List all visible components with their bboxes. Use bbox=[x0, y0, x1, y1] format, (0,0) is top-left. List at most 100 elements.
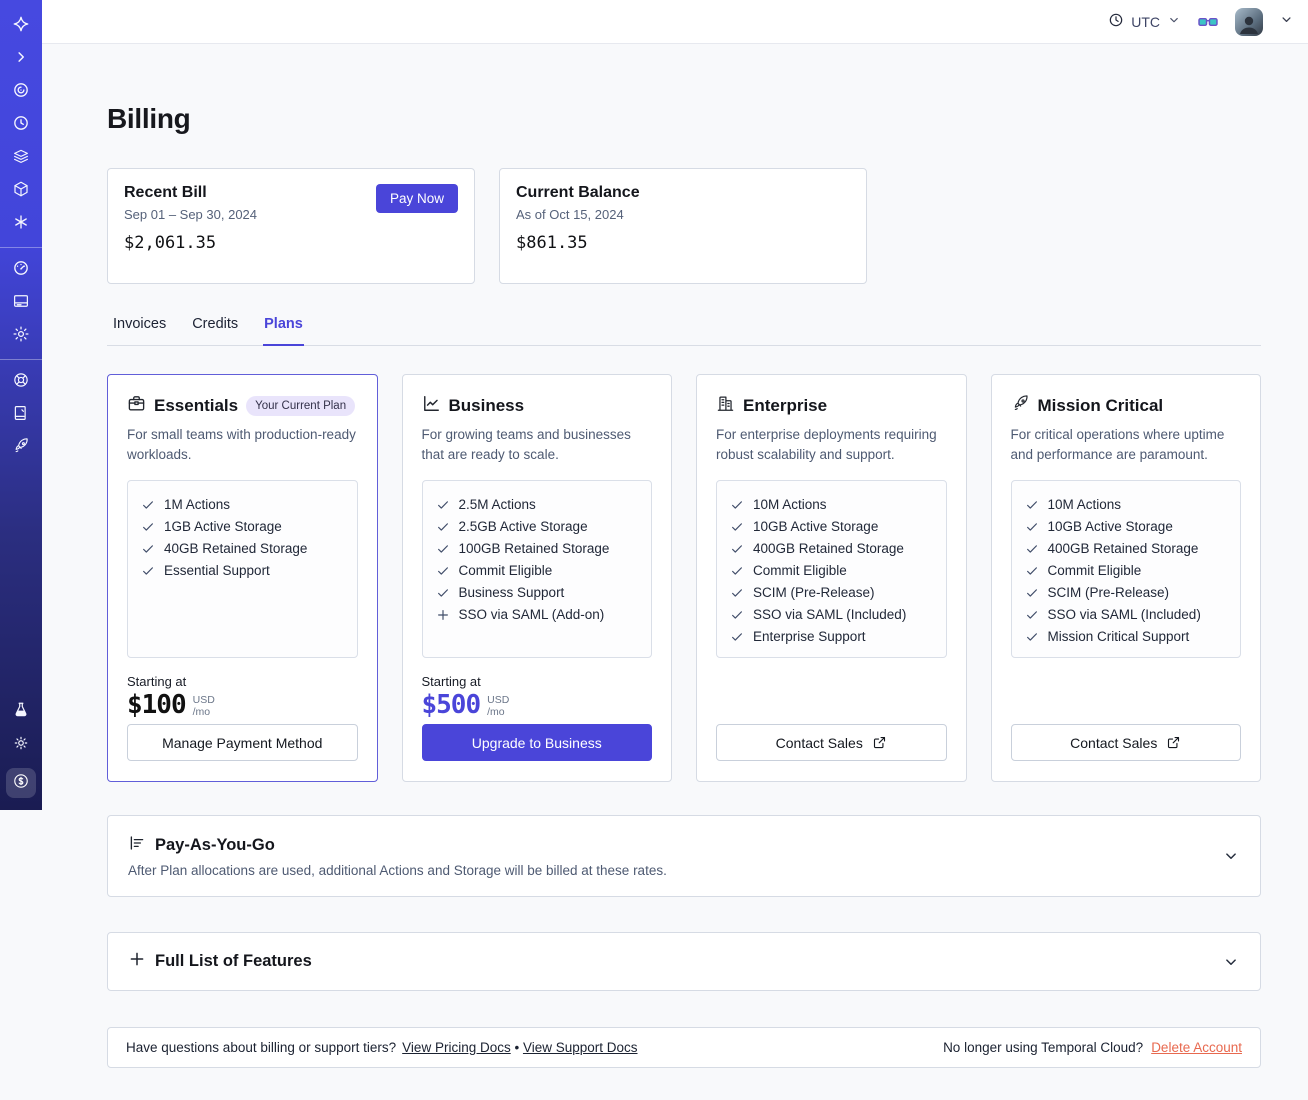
plus-icon bbox=[128, 950, 146, 973]
manage-payment-method-button[interactable]: Manage Payment Method bbox=[127, 724, 358, 761]
plan-feature-label: Commit Eligible bbox=[458, 562, 553, 578]
gauge-icon bbox=[12, 259, 30, 282]
plan-description: For critical operations where uptime and… bbox=[1010, 427, 1225, 463]
plan-feature-item: 1GB Active Storage bbox=[141, 516, 344, 538]
plan-feature-item: 100GB Retained Storage bbox=[436, 538, 639, 560]
plan-feature-label: Commit Eligible bbox=[1047, 562, 1142, 578]
plan-feature-label: 100GB Retained Storage bbox=[458, 540, 610, 556]
plan-feature-box: 1M Actions 1GB Active Storage 40GB Retaine… bbox=[127, 479, 358, 658]
sidebar-item-nexus[interactable] bbox=[0, 208, 42, 241]
clock-icon bbox=[1108, 12, 1124, 31]
plan-name: Business bbox=[448, 396, 525, 415]
goggles-icon[interactable] bbox=[1197, 11, 1219, 33]
chevron-right-icon bbox=[12, 48, 30, 71]
features-expand-chevron-icon[interactable] bbox=[1222, 953, 1240, 971]
tab-plans[interactable]: Plans bbox=[263, 308, 304, 346]
page-title: Billing bbox=[107, 103, 191, 134]
sidebar-item-cube[interactable] bbox=[0, 175, 42, 208]
sidebar-item-flask[interactable] bbox=[0, 696, 42, 729]
avatar[interactable] bbox=[1235, 7, 1263, 36]
footer-link-view-pricing-docs[interactable]: View Pricing Docs bbox=[402, 1040, 511, 1055]
plan-button-label: Manage Payment Method bbox=[162, 734, 323, 751]
price-currency: USD bbox=[192, 693, 215, 706]
plan-feature-item: 10M Actions bbox=[730, 494, 933, 516]
plan-feature-item: SCIM (Pre-Release) bbox=[730, 582, 933, 604]
sidebar-item-sun[interactable] bbox=[0, 729, 42, 762]
briefcase-icon bbox=[127, 394, 146, 418]
timezone-selector[interactable]: UTC bbox=[1108, 12, 1181, 31]
plan-feature-label: SCIM (Pre-Release) bbox=[753, 584, 875, 600]
check-icon bbox=[436, 586, 450, 600]
pay-as-you-go-section[interactable]: Pay-As-You-Go After Plan allocations are… bbox=[107, 815, 1261, 897]
pay-now-button[interactable]: Pay Now bbox=[375, 184, 458, 213]
plan-feature-label: Mission Critical Support bbox=[1047, 628, 1190, 644]
sidebar-item-temporal-logo[interactable] bbox=[0, 10, 42, 43]
plan-feature-item: 10M Actions bbox=[1025, 494, 1228, 516]
tab-credits[interactable]: Credits bbox=[191, 308, 239, 345]
features-title: Full List of Features bbox=[155, 952, 312, 970]
delete-account-link[interactable]: Delete Account bbox=[1151, 1040, 1242, 1055]
sidebar-item-gauge[interactable] bbox=[0, 254, 42, 287]
plan-button-label: Contact Sales bbox=[1070, 734, 1158, 751]
sidebar-item-stack[interactable] bbox=[0, 142, 42, 175]
check-icon bbox=[730, 608, 744, 622]
sidebar-item-gear[interactable] bbox=[0, 320, 42, 353]
plan-feature-item: 400GB Retained Storage bbox=[730, 538, 933, 560]
docs-icon bbox=[12, 404, 30, 427]
plan-feature-label: 10GB Active Storage bbox=[753, 518, 879, 534]
sidebar-item-panel[interactable] bbox=[0, 287, 42, 320]
plan-button-label: Upgrade to Business bbox=[471, 734, 602, 751]
price-amount: $500 bbox=[421, 689, 482, 720]
sidebar-divider bbox=[0, 359, 42, 360]
check-icon bbox=[436, 564, 450, 578]
upgrade-to-business-button[interactable]: Upgrade to Business bbox=[421, 724, 652, 761]
main-content: Billing Recent Bill Sep 01 – Sep 30, 202… bbox=[42, 44, 1308, 1100]
sidebar-item-namespaces[interactable] bbox=[0, 76, 42, 109]
check-icon bbox=[436, 520, 450, 534]
namespaces-icon bbox=[12, 81, 30, 104]
plan-feature-item: Business Support bbox=[436, 582, 639, 604]
footer-right: No longer using Temporal Cloud? Delete A… bbox=[943, 1040, 1242, 1055]
account-menu-chevron-icon[interactable] bbox=[1279, 12, 1294, 32]
price-amount: $100 bbox=[127, 689, 187, 720]
bar-chart-icon bbox=[128, 834, 146, 857]
sidebar-item-lifebuoy[interactable] bbox=[0, 366, 42, 399]
plan-feature-item: 40GB Retained Storage bbox=[141, 538, 344, 560]
check-icon bbox=[1025, 542, 1039, 556]
contact-sales-button[interactable]: Contact Sales bbox=[716, 724, 947, 761]
plan-card-essentials: Essentials Your Current Plan For small tea… bbox=[107, 374, 378, 782]
sidebar-item-chevron-right[interactable] bbox=[0, 43, 42, 76]
plan-feature-label: SSO via SAML (Add-on) bbox=[458, 606, 605, 622]
footer-link-view-support-docs[interactable]: View Support Docs bbox=[523, 1040, 638, 1055]
current-balance-card: Current Balance As of Oct 15, 2024 $861.… bbox=[499, 168, 867, 284]
schedules-icon bbox=[12, 114, 30, 137]
plan-feature-item: Commit Eligible bbox=[730, 560, 933, 582]
sidebar-item-billing-active[interactable] bbox=[6, 768, 36, 798]
payg-expand-chevron-icon[interactable] bbox=[1222, 847, 1240, 865]
plan-feature-box: 2.5M Actions 2.5GB Active Storage 100GB Re… bbox=[421, 479, 652, 658]
check-icon bbox=[730, 498, 744, 512]
price-period: /mo bbox=[487, 705, 505, 718]
timezone-label: UTC bbox=[1131, 13, 1160, 30]
full-feature-list-section[interactable]: Full List of Features bbox=[107, 932, 1261, 991]
nexus-icon bbox=[12, 213, 30, 236]
sidebar-item-docs[interactable] bbox=[0, 399, 42, 432]
payg-content: Pay-As-You-Go After Plan allocations are… bbox=[128, 834, 1222, 878]
plan-feature-item: Commit Eligible bbox=[1025, 560, 1228, 582]
plan-feature-label: 10M Actions bbox=[753, 496, 827, 512]
sidebar-item-schedules[interactable] bbox=[0, 109, 42, 142]
payg-description: After Plan allocations are used, additio… bbox=[128, 863, 667, 878]
plan-feature-item: Essential Support bbox=[141, 560, 344, 582]
billing-tabs: Invoices Credits Plans bbox=[107, 308, 1261, 346]
plan-name: Enterprise bbox=[743, 396, 828, 415]
plan-feature-item: 1M Actions bbox=[141, 494, 344, 516]
plan-feature-label: SSO via SAML (Included) bbox=[753, 606, 907, 622]
plan-feature-label: 400GB Retained Storage bbox=[1047, 540, 1199, 556]
sidebar-item-rocket[interactable] bbox=[0, 432, 42, 465]
tab-invoices[interactable]: Invoices bbox=[112, 308, 167, 345]
check-icon bbox=[1025, 586, 1039, 600]
contact-sales-button[interactable]: Contact Sales bbox=[1010, 724, 1241, 761]
plan-name: Essentials bbox=[154, 396, 239, 415]
plan-card-mission-critical: Mission Critical For critical operations … bbox=[990, 374, 1261, 782]
price-starting-at-label: Starting at bbox=[421, 673, 481, 689]
